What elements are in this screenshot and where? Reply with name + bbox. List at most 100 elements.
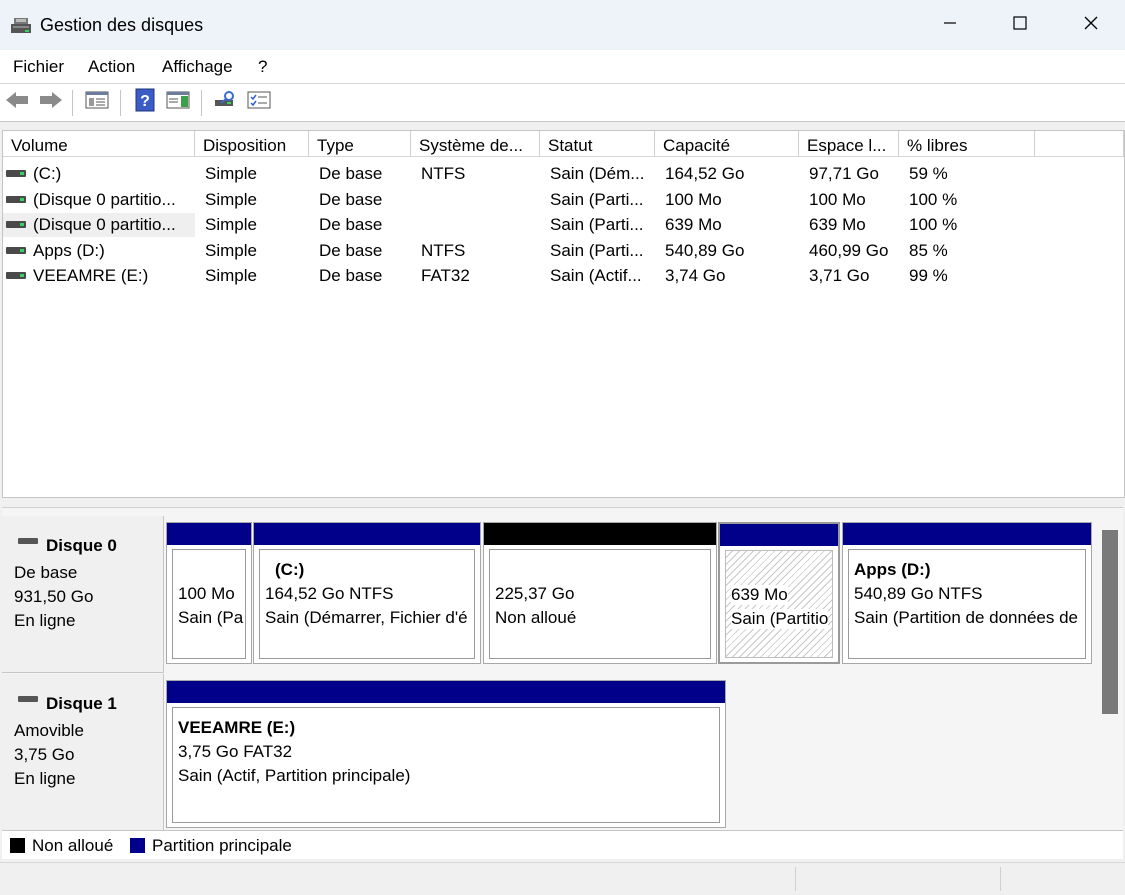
- table-row[interactable]: (C:) Simple De base NTFS Sain (Dém... 164,52 …: [3, 162, 1122, 186]
- disk-drive-icon: [18, 696, 38, 702]
- partition-c[interactable]: (C:) 164,52 Go NTFS Sain (Démarrer, Fich…: [253, 522, 481, 664]
- action-pane-icon: [166, 90, 190, 115]
- table-cell: Sain (Parti...: [550, 240, 644, 260]
- menu-action[interactable]: Action: [88, 57, 135, 77]
- partition-size: 225,37 Go: [495, 584, 575, 603]
- volume-list: Volume Disposition Type Système de... St…: [2, 130, 1125, 498]
- disk-name: Disque 1: [46, 694, 117, 713]
- maximize-icon: [1012, 15, 1028, 36]
- table-cell: De base: [319, 266, 383, 285]
- disk-name: Disque 0: [46, 536, 117, 555]
- table-cell: 85 %: [909, 240, 948, 260]
- column-header-type[interactable]: Type: [309, 131, 411, 157]
- partition-status: Sain (Démarrer, Fichier d'é: [265, 608, 468, 627]
- disk-1-label[interactable]: Disque 1 Amovible 3,75 Go En ligne: [2, 674, 164, 831]
- table-cell: De base: [319, 240, 383, 260]
- checklist-icon: [247, 90, 271, 115]
- partition-title: Apps (D:): [854, 560, 931, 579]
- table-cell: Simple: [205, 189, 257, 209]
- table-cell: 3,74 Go: [665, 266, 726, 285]
- partition-unallocated[interactable]: 225,37 Go Non alloué: [483, 522, 717, 664]
- action-pane-button[interactable]: [165, 90, 191, 114]
- partition-size: 164,52 Go NTFS: [265, 584, 394, 603]
- volume-drive-icon: [6, 170, 26, 177]
- partition-status: Sain (Partitio: [731, 609, 829, 629]
- table-cell: [421, 213, 547, 237]
- partition-recovery[interactable]: 639 Mo Sain (Partitio: [718, 522, 840, 664]
- toolbar-separator: [120, 90, 121, 116]
- partition-bar: [167, 523, 251, 545]
- menu-affichage[interactable]: Affichage: [162, 57, 233, 77]
- maximize-button[interactable]: [997, 8, 1043, 42]
- minimize-button[interactable]: [927, 8, 973, 42]
- partition-disk0-1[interactable]: 100 Mo Sain (Pa: [166, 522, 252, 664]
- table-cell: Apps (D:): [33, 240, 105, 260]
- column-header-disposition[interactable]: Disposition: [195, 131, 309, 157]
- table-row[interactable]: VEEAMRE (E:) Simple De base FAT32 Sain (Acti…: [3, 264, 1122, 288]
- table-cell: 540,89 Go: [665, 240, 745, 260]
- table-cell: 100 Mo: [809, 189, 866, 209]
- toolbar-separator: [72, 90, 73, 116]
- table-cell: De base: [319, 189, 383, 209]
- table-row[interactable]: (Disque 0 partitio... Simple De base Sain (…: [3, 213, 1122, 237]
- connect-drive-icon: [213, 90, 237, 115]
- table-cell: (C:): [33, 164, 62, 183]
- column-header-free-space[interactable]: Espace l...: [799, 131, 899, 157]
- column-header-status[interactable]: Statut: [540, 131, 655, 157]
- partition-bar: [720, 524, 838, 546]
- table-cell: NTFS: [421, 240, 466, 260]
- disk-state: En ligne: [14, 611, 76, 630]
- disk-size: 3,75 Go: [14, 745, 75, 764]
- disk-state: En ligne: [14, 769, 76, 788]
- table-cell: Simple: [205, 266, 257, 285]
- help-button[interactable]: ?: [132, 88, 158, 117]
- table-cell: De base: [319, 215, 383, 234]
- table-cell: 3,71 Go: [809, 266, 870, 285]
- table-cell: NTFS: [421, 164, 466, 183]
- forward-button[interactable]: [38, 90, 64, 114]
- forward-arrow-icon: [38, 90, 64, 115]
- column-header-capacity[interactable]: Capacité: [655, 131, 799, 157]
- disk-0-label[interactable]: Disque 0 De base 931,50 Go En ligne: [2, 516, 164, 673]
- svg-text:?: ?: [140, 93, 150, 110]
- status-bar: [0, 862, 1125, 895]
- minimize-icon: [942, 15, 958, 36]
- partition-e[interactable]: VEEAMRE (E:) 3,75 Go FAT32 Sain (Actif, …: [166, 680, 726, 828]
- legend-primary: Partition principale: [152, 836, 292, 855]
- partition-status: Sain (Partition de données de: [854, 608, 1078, 627]
- column-header-percent-free[interactable]: % libres: [899, 131, 1035, 157]
- unallocated-swatch: [10, 838, 25, 853]
- disk-graph-pane: Disque 0 De base 931,50 Go En ligne 100 …: [2, 507, 1123, 859]
- window-title: Gestion des disques: [40, 15, 204, 35]
- table-cell: Simple: [205, 240, 257, 260]
- table-cell: Simple: [205, 164, 257, 183]
- disk-drive-icon: [18, 538, 38, 544]
- back-button[interactable]: [4, 90, 30, 114]
- vertical-scrollbar[interactable]: [1102, 530, 1118, 714]
- connect-drive-button[interactable]: [212, 90, 238, 114]
- console-tree-button[interactable]: [84, 90, 110, 114]
- properties-button[interactable]: [246, 90, 272, 114]
- help-book-icon: ?: [134, 88, 156, 117]
- partition-d[interactable]: Apps (D:) 540,89 Go NTFS Sain (Partition…: [842, 522, 1092, 664]
- partition-size: 639 Mo: [731, 585, 788, 605]
- table-cell: De base: [319, 164, 383, 183]
- table-cell: VEEAMRE (E:): [33, 266, 149, 285]
- column-header-filesystem[interactable]: Système de...: [411, 131, 540, 157]
- partition-bar: [484, 523, 716, 545]
- close-button[interactable]: [1068, 8, 1114, 42]
- table-row[interactable]: Apps (D:) Simple De base NTFS Sain (Parti...…: [3, 239, 1122, 263]
- menu-help[interactable]: ?: [258, 57, 267, 77]
- column-header-volume[interactable]: Volume: [3, 131, 195, 157]
- volume-drive-icon: [6, 221, 26, 228]
- disk-management-icon: [10, 16, 32, 36]
- partition-bar: [843, 523, 1091, 545]
- legend: Non alloué Partition principale: [2, 830, 1123, 859]
- partition-title: (C:): [275, 560, 305, 579]
- menu-fichier[interactable]: Fichier: [13, 57, 64, 77]
- volume-drive-icon: [6, 272, 26, 279]
- partition-bar: [167, 681, 725, 703]
- table-row[interactable]: (Disque 0 partitio... Simple De base Sain (…: [3, 188, 1122, 212]
- legend-unallocated: Non alloué: [32, 836, 114, 855]
- table-cell: Sain (Parti...: [550, 215, 644, 234]
